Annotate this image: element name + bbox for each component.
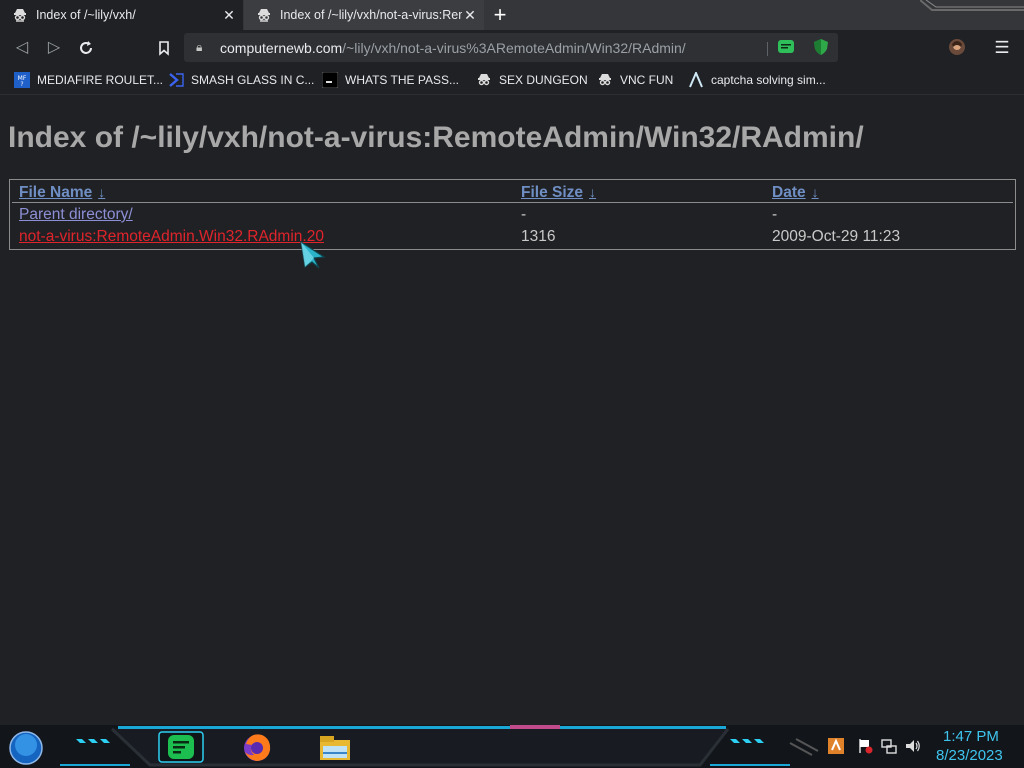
bookmark-label: MEDIAFIRE ROULET... <box>37 73 164 87</box>
address-bar[interactable]: 🔒︎ computernewb.com/~lily/vxh/not-a-viru… <box>184 33 838 62</box>
spy-icon <box>599 74 611 86</box>
bookmark-captcha[interactable]: captcha solving sim... <box>688 70 826 90</box>
tab-title: Index of /~lily/vxh/not-a-virus:RemoteAd… <box>280 8 462 22</box>
spy-icon <box>14 9 26 22</box>
page-content: Index of /~lily/vxh/not-a-virus:RemoteAd… <box>0 95 1024 725</box>
sort-arrow-icon: ↓ <box>98 184 106 200</box>
bookmark-icon[interactable] <box>154 38 174 58</box>
url-path: /~lily/vxh/not-a-virus%3ARemoteAdmin/Win… <box>342 39 686 56</box>
volume-icon[interactable] <box>905 738 921 754</box>
file-date: 2009-Oct-29 11:23 <box>772 228 901 245</box>
profile-avatar[interactable] <box>948 38 966 56</box>
bookmark-smash-glass[interactable]: SMASH GLASS IN C... <box>168 70 314 90</box>
spy-icon <box>478 74 490 86</box>
url-domain: computernewb.com <box>220 39 343 56</box>
column-label: File Name <box>19 184 93 201</box>
parent-directory-link[interactable]: Parent directory/ <box>19 206 133 224</box>
bookmark-mediafire[interactable]: MF ? MEDIAFIRE ROULET... <box>14 70 163 90</box>
network-icon[interactable] <box>881 738 897 754</box>
taskbar: 1:47 PM 8/23/2023 <box>0 725 1024 768</box>
chevron-logo-icon <box>169 73 184 87</box>
new-tab-button[interactable]: + <box>490 4 510 26</box>
tab-strip: Index of /~lily/vxh/ ✕ Index of /~lily/v… <box>0 0 1024 30</box>
column-label: Date <box>772 184 806 201</box>
tab-radmin[interactable]: Index of /~lily/vxh/not-a-virus:RemoteAd… <box>244 0 484 30</box>
chat-app-icon[interactable] <box>158 730 204 764</box>
forward-arrow-icon[interactable]: ▷ <box>44 38 64 58</box>
terminal-icon <box>322 72 338 88</box>
close-icon[interactable]: ✕ <box>462 7 478 24</box>
clock-date[interactable]: 8/23/2023 <box>936 747 1003 764</box>
bookmark-label: SEX DUNGEON <box>499 73 588 87</box>
bookmark-label: captcha solving sim... <box>711 73 826 87</box>
browser-toolbar: ◁ ▷ 🔒︎ computernewb.com/~lily/vxh/not-a-… <box>0 30 1024 66</box>
tab-title: Index of /~lily/vxh/ <box>36 8 136 22</box>
file-date: - <box>772 206 778 223</box>
start-button[interactable] <box>8 731 44 765</box>
column-header-file-size[interactable]: File Size ↓ <box>521 184 596 202</box>
shield-extension-icon[interactable] <box>812 38 830 56</box>
bookmark-whats-the-pass[interactable]: WHATS THE PASS... <box>322 70 459 90</box>
column-header-date[interactable]: Date ↓ <box>772 184 819 202</box>
action-center-flag-icon[interactable] <box>857 738 873 754</box>
reload-icon[interactable] <box>76 38 96 58</box>
file-link[interactable]: not-a-virus:RemoteAdmin.Win32.RAdmin.20 <box>19 228 324 246</box>
column-label: File Size <box>521 184 584 201</box>
clock-time[interactable]: 1:47 PM <box>943 728 999 745</box>
close-icon[interactable]: ✕ <box>221 7 237 24</box>
page-title: Index of /~lily/vxh/not-a-virus:RemoteAd… <box>8 121 864 154</box>
firefox-icon[interactable] <box>240 730 274 764</box>
mediafire-icon: MF ? <box>14 72 30 88</box>
bookmarks-bar: MF ? MEDIAFIRE ROULET... SMASH GLASS IN … <box>0 66 1024 95</box>
mouse-cursor-icon <box>300 241 326 269</box>
bookmark-label: WHATS THE PASS... <box>345 73 460 87</box>
updates-tray-icon[interactable] <box>828 738 844 754</box>
file-explorer-icon[interactable] <box>318 730 352 764</box>
file-size: 1316 <box>521 228 556 245</box>
tab-index-vxh[interactable]: Index of /~lily/vxh/ ✕ <box>0 0 243 30</box>
menu-icon[interactable]: ☰ <box>992 38 1012 58</box>
chat-extension-icon[interactable] <box>777 38 795 56</box>
bookmark-sex-dungeon[interactable]: SEX DUNGEON <box>476 70 588 90</box>
lock-icon[interactable]: 🔒︎ <box>196 40 210 55</box>
sort-arrow-icon: ↓ <box>811 184 819 200</box>
a-logo-icon <box>689 72 703 88</box>
file-size: - <box>521 206 527 223</box>
toolbar-separator <box>767 42 768 56</box>
header-divider <box>12 202 1013 203</box>
window-frame-decoration <box>920 0 1024 11</box>
bookmark-label: SMASH GLASS IN C... <box>191 73 315 87</box>
back-arrow-icon[interactable]: ◁ <box>12 38 32 58</box>
bookmark-label: VNC FUN <box>620 73 674 87</box>
file-listing-table: File Name ↓ File Size ↓ Date ↓ Parent direc… <box>9 179 1016 250</box>
column-header-file-name[interactable]: File Name ↓ <box>19 184 105 202</box>
svg-text:?: ? <box>20 81 23 88</box>
spy-icon <box>258 9 270 22</box>
sort-arrow-icon: ↓ <box>589 184 597 200</box>
bookmark-vnc-fun[interactable]: VNC FUN <box>597 70 673 90</box>
